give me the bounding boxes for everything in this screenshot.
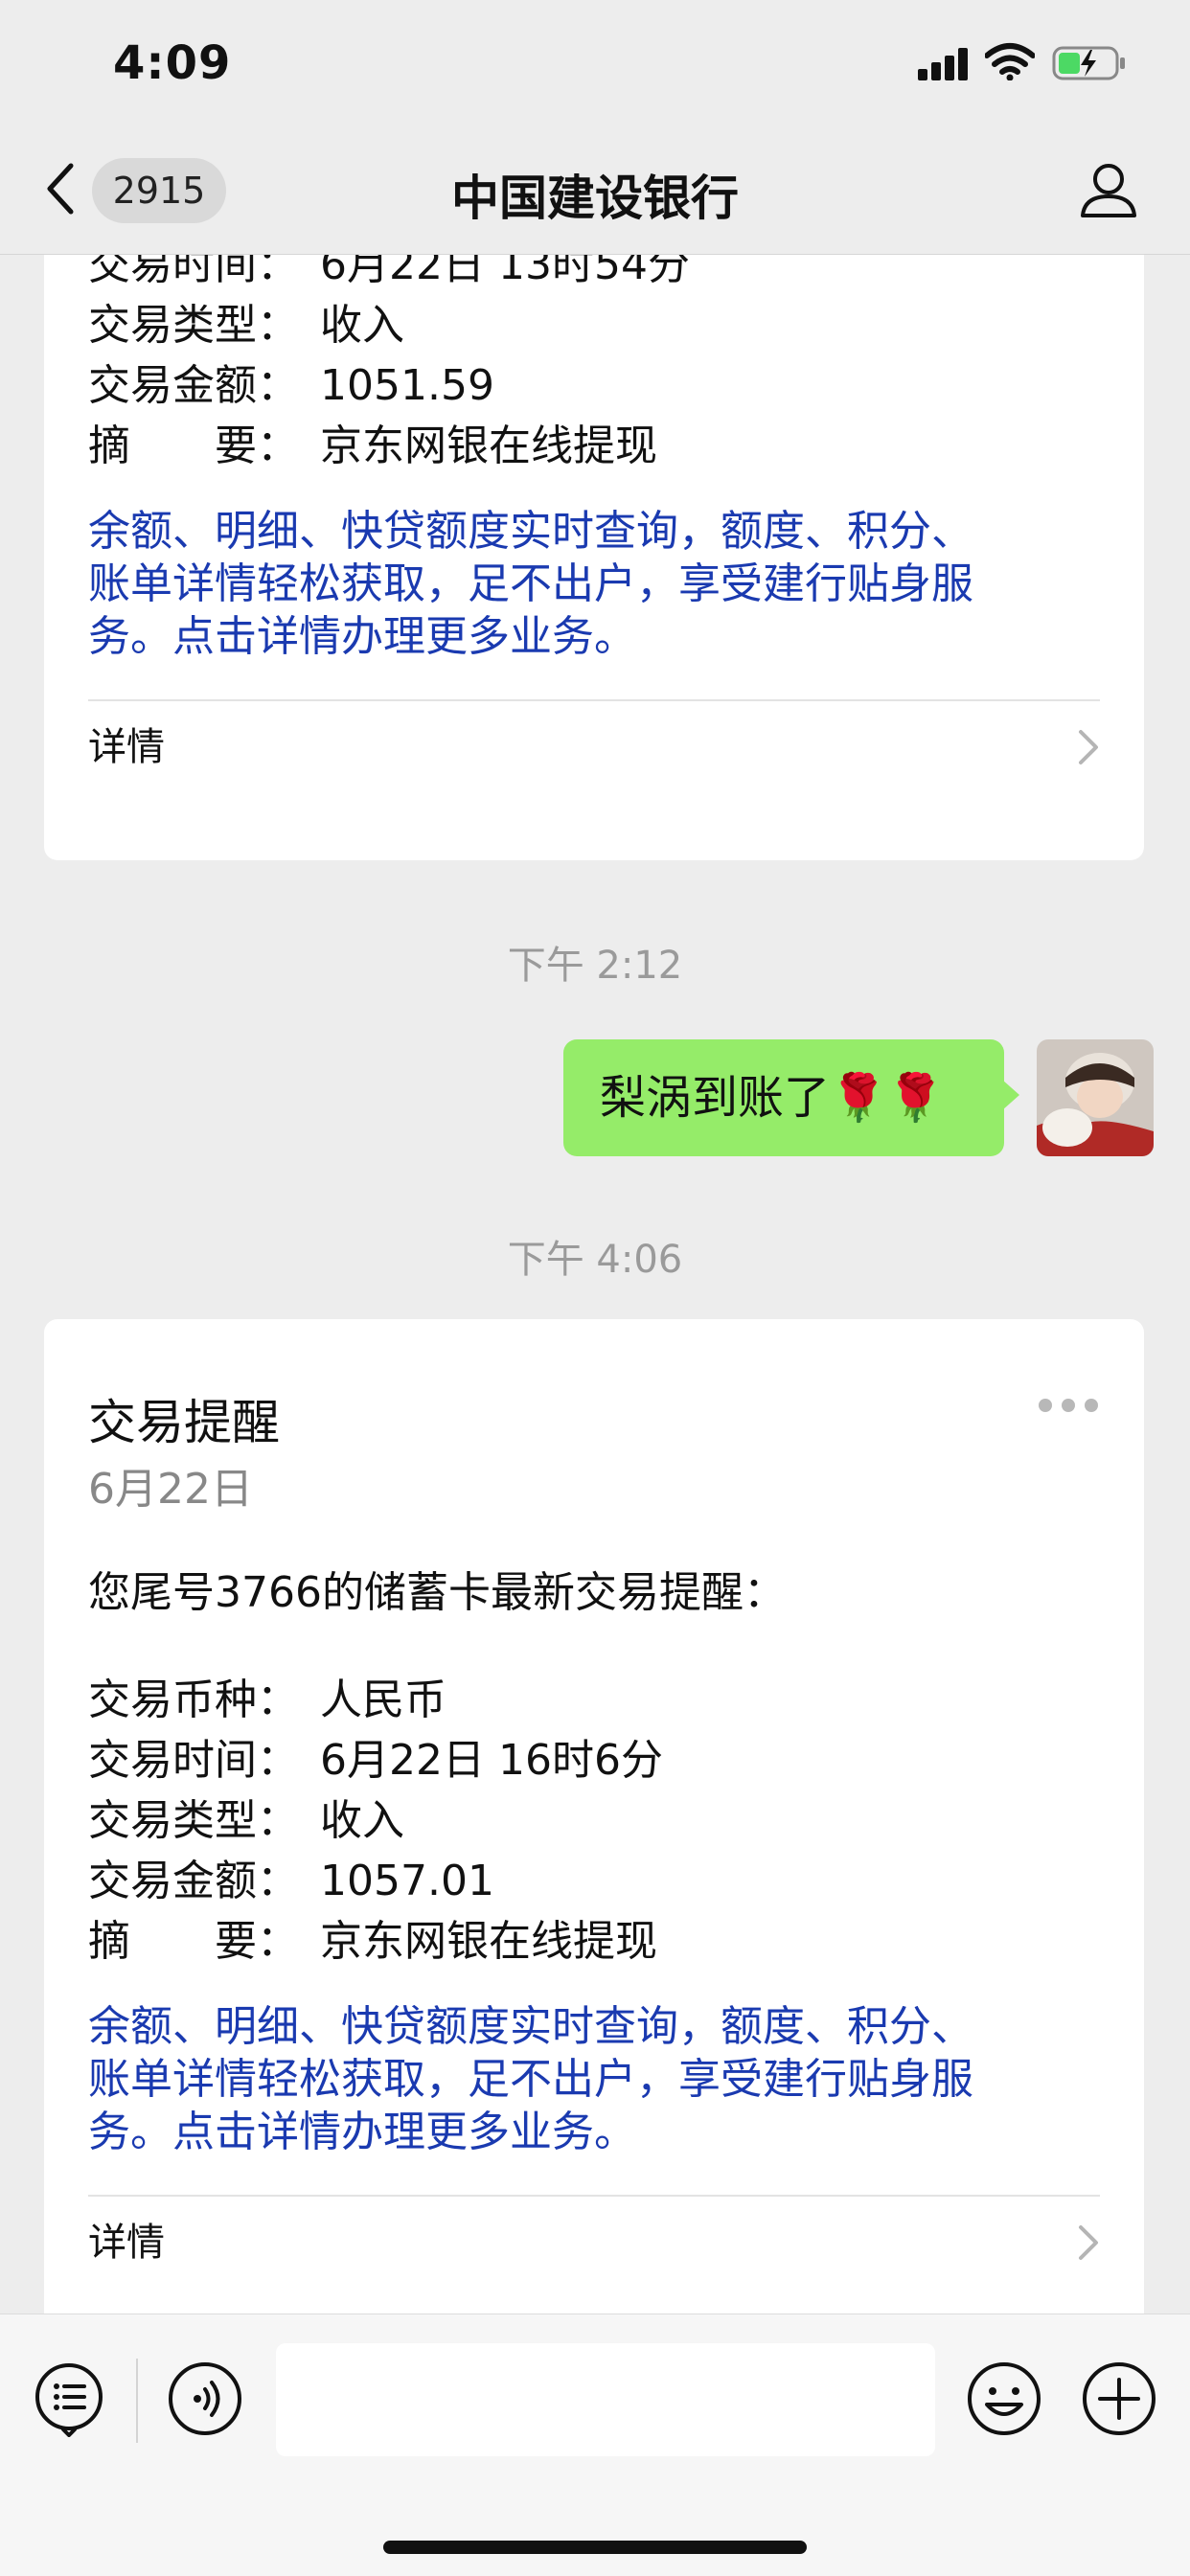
nav-bar: 2915 中国建设银行 <box>0 129 1190 255</box>
transaction-card-1: 交易时间： 6月22日 13时54分 交易类型： 收入 交易金额： 1051.59 摘… <box>44 254 1144 860</box>
row-label: 交易时间： <box>88 1736 299 1785</box>
card-title: 交易提醒 <box>88 1395 280 1450</box>
row-value: 收入 <box>320 1796 404 1845</box>
row-value: 1051.59 <box>320 361 494 410</box>
timestamp: 下午 2:12 <box>507 944 683 988</box>
status-time: 4:09 <box>113 36 232 90</box>
row-value: 6月22日 13时54分 <box>320 254 690 289</box>
row-label: 摘 要： <box>88 1917 299 1966</box>
row-label: 交易时间： <box>88 254 299 289</box>
row-value: 人民币 <box>320 1676 446 1724</box>
promo-line: 务。点击详情办理更多业务。 <box>88 612 636 661</box>
promo-line: 余额、明细、快贷额度实时查询，额度、积分、 <box>88 2002 973 2051</box>
promo-line: 余额、明细、快贷额度实时查询，额度、积分、 <box>88 507 973 556</box>
status-bar: 4:09 <box>0 0 1190 129</box>
details-label: 详情 <box>88 2221 165 2265</box>
timestamp: 下午 4:06 <box>507 1238 683 1282</box>
card-2-row-amount: 交易金额： 1057.01 <box>88 1851 1100 1911</box>
card-1-row-summary: 摘 要： 京东网银在线提现 <box>88 416 1100 476</box>
card-2-row-time: 交易时间： 6月22日 16时6分 <box>88 1730 1100 1790</box>
promo-text[interactable]: 余额、明细、快贷额度实时查询，额度、积分、 账单详情轻松获取，足不出户，享受建行… <box>88 2000 1100 2158</box>
wifi-icon <box>985 43 1035 80</box>
row-label: 交易币种： <box>88 1676 299 1724</box>
card-1-row-type: 交易类型： 收入 <box>88 295 1100 355</box>
card-1-row-amount: 交易金额： 1051.59 <box>88 355 1100 416</box>
bubble-tail <box>1002 1080 1019 1110</box>
promo-line: 账单详情轻松获取，足不出户，享受建行贴身服 <box>88 559 973 608</box>
voice-icon[interactable] <box>167 2360 243 2437</box>
card-2-row-summary: 摘 要： 京东网银在线提现 <box>88 1911 1100 1972</box>
details-link[interactable]: 详情 <box>88 2197 1100 2289</box>
card-2-row-currency: 交易币种： 人民币 <box>88 1670 1100 1730</box>
row-value: 京东网银在线提现 <box>320 1917 657 1966</box>
promo-text[interactable]: 余额、明细、快贷额度实时查询，额度、积分、 账单详情轻松获取，足不出户，享受建行… <box>88 505 1100 663</box>
message-input[interactable] <box>276 2343 935 2456</box>
transaction-card-2: 交易提醒 6月22日 您尾号3766的储蓄卡最新交易提醒： 交易币种： 人民币 交… <box>44 1319 1144 2314</box>
emoji-icon[interactable] <box>966 2360 1042 2437</box>
details-label: 详情 <box>88 725 165 769</box>
row-label: 交易类型： <box>88 301 299 350</box>
home-indicator[interactable] <box>383 2541 807 2554</box>
plus-icon[interactable] <box>1081 2360 1157 2437</box>
battery-charging-icon <box>1052 46 1125 80</box>
card-date: 6月22日 <box>88 1465 253 1514</box>
signal-icon <box>918 48 968 80</box>
details-link[interactable]: 详情 <box>88 701 1100 793</box>
chat-area[interactable]: 交易时间： 6月22日 13时54分 交易类型： 收入 交易金额： 1051.59 摘… <box>0 254 1190 2314</box>
chevron-right-icon <box>1079 730 1098 764</box>
card-intro: 您尾号3766的储蓄卡最新交易提醒： <box>88 1568 786 1617</box>
list-menu-icon[interactable] <box>31 2360 107 2437</box>
row-label: 交易金额： <box>88 1857 299 1905</box>
avatar[interactable] <box>1037 1039 1154 1156</box>
more-dots-icon[interactable] <box>1037 1396 1100 1415</box>
card-2-row-type: 交易类型： 收入 <box>88 1790 1100 1851</box>
person-icon[interactable] <box>1077 158 1140 221</box>
chat-title: 中国建设银行 <box>451 171 739 226</box>
row-label: 交易类型： <box>88 1796 299 1845</box>
card-1-row-time: 交易时间： 6月22日 13时54分 <box>88 254 1100 295</box>
message-text: 梨涡到账了🌹🌹 <box>600 1071 945 1125</box>
row-value: 京东网银在线提现 <box>320 422 657 470</box>
divider <box>136 2359 138 2443</box>
row-label: 摘 要： <box>88 422 299 470</box>
row-value: 6月22日 16时6分 <box>320 1736 663 1785</box>
input-bar <box>0 2314 1190 2576</box>
row-label: 交易金额： <box>88 361 299 410</box>
row-value: 收入 <box>320 301 404 350</box>
promo-line: 务。点击详情办理更多业务。 <box>88 2108 636 2156</box>
outgoing-message-bubble[interactable]: 梨涡到账了🌹🌹 <box>563 1039 1004 1156</box>
chevron-right-icon <box>1079 2225 1098 2260</box>
promo-line: 账单详情轻松获取，足不出户，享受建行贴身服 <box>88 2055 973 2104</box>
row-value: 1057.01 <box>320 1857 494 1905</box>
